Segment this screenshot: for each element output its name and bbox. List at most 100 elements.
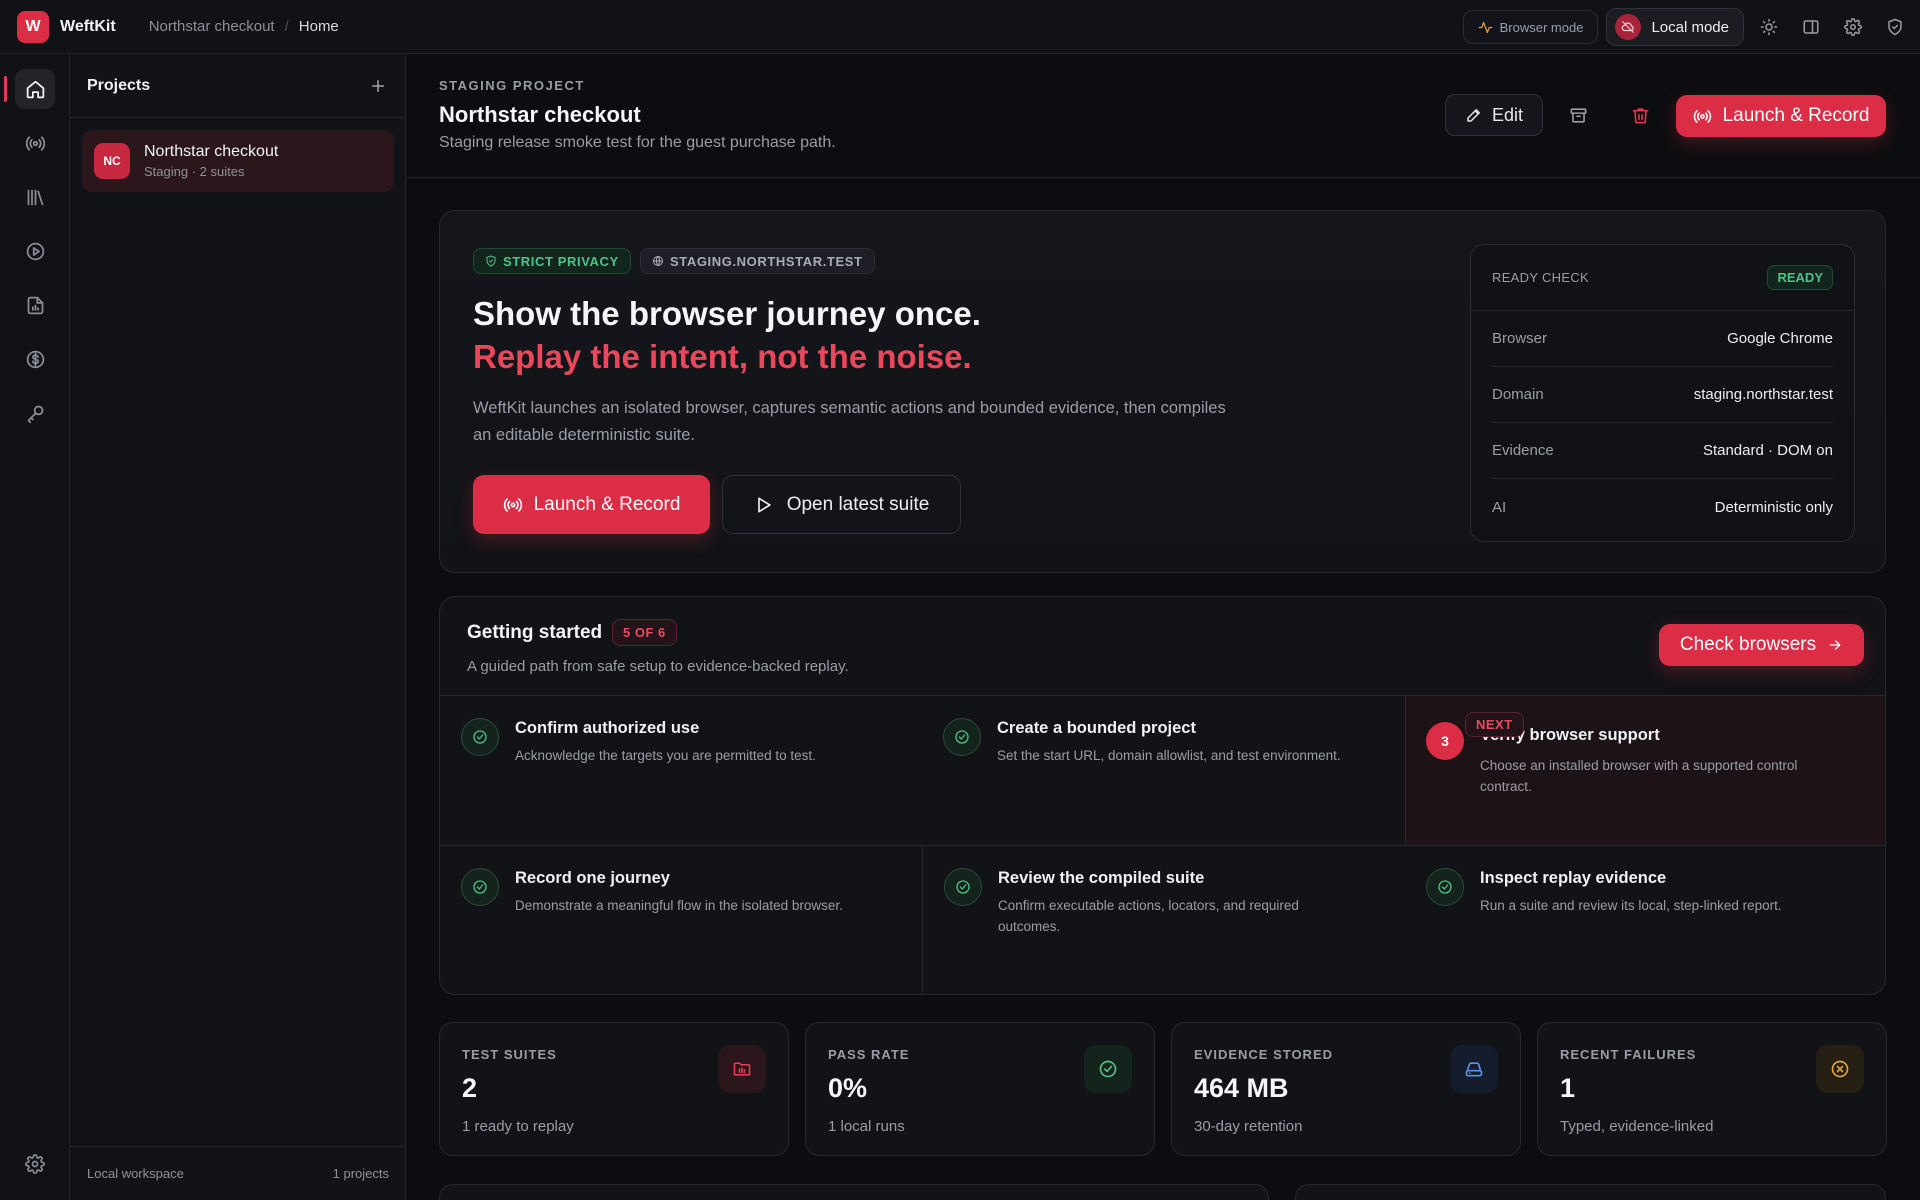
open-latest-suite-button[interactable]: Open latest suite xyxy=(722,475,961,534)
hero-card: STRICT PRIVACY STAGING.NORTHSTAR.TEST Sh… xyxy=(439,210,1886,573)
step-description: Acknowledge the targets you are permitte… xyxy=(515,748,816,763)
domain-chip-label: STAGING.NORTHSTAR.TEST xyxy=(670,253,863,269)
topbar-controls: Browser mode Local mode xyxy=(1462,0,1920,54)
project-avatar: NC xyxy=(94,143,130,179)
hero-launch-label: Launch & Record xyxy=(533,493,681,515)
add-project-button[interactable] xyxy=(369,77,387,95)
domain-chip: STAGING.NORTHSTAR.TEST xyxy=(640,248,875,274)
page-description: Staging release smoke test for the guest… xyxy=(439,134,836,151)
folder-chart-icon xyxy=(718,1045,766,1093)
activity-icon xyxy=(1478,21,1492,33)
hero-launch-record-button[interactable]: Launch & Record xyxy=(473,475,710,534)
step-inspect-replay-evidence[interactable]: Inspect replay evidence Run a suite and … xyxy=(1426,868,1866,968)
recent-suites-card xyxy=(439,1184,1269,1200)
ready-check-header: READY CHECK READY xyxy=(1471,245,1854,311)
step-description: Choose an installed browser with a suppo… xyxy=(1480,758,1798,794)
hero-headline: Show the browser journey once. xyxy=(473,295,981,332)
ready-value: Google Chrome xyxy=(1727,330,1833,347)
launch-record-button[interactable]: Launch & Record xyxy=(1676,95,1886,137)
ready-row-domain: Domain staging.northstar.test xyxy=(1492,367,1833,423)
check-circle-icon xyxy=(943,718,981,756)
plus-icon xyxy=(372,79,384,92)
step-verify-browser-support[interactable]: 3 Verify browser support Choose an insta… xyxy=(1426,722,1866,822)
stat-test-suites[interactable]: TEST SUITES 2 1 ready to replay xyxy=(439,1022,789,1156)
home-icon[interactable] xyxy=(15,69,55,109)
x-circle-icon xyxy=(1816,1045,1864,1093)
workspace-label: Local workspace xyxy=(87,1166,184,1181)
app-logo[interactable]: W xyxy=(17,10,49,43)
ready-key: Browser xyxy=(1492,330,1548,347)
step-number: 3 xyxy=(1426,722,1464,760)
play-circle-icon[interactable] xyxy=(15,231,55,271)
page-header: STAGING PROJECT Northstar checkout Stagi… xyxy=(407,54,1920,178)
edit-button[interactable]: Edit xyxy=(1445,94,1543,136)
stat-value: 464 MB xyxy=(1194,1073,1289,1103)
stat-pass-rate[interactable]: PASS RATE 0% 1 local runs xyxy=(805,1022,1155,1156)
stat-subtext: 1 ready to replay xyxy=(462,1118,574,1135)
ready-check-card: READY CHECK READY Browser Google Chrome … xyxy=(1470,244,1855,542)
stat-value: 2 xyxy=(462,1073,478,1103)
ready-row-evidence: Evidence Standard · DOM on xyxy=(1492,423,1833,479)
shield-icon[interactable] xyxy=(1874,0,1916,54)
project-item[interactable]: NC Northstar checkout Staging · 2 suites xyxy=(82,130,394,192)
page-eyebrow: STAGING PROJECT xyxy=(439,78,585,93)
step-description: Run a suite and review its local, step-l… xyxy=(1480,898,1782,913)
page-title: Northstar checkout xyxy=(439,102,641,127)
stat-evidence-stored[interactable]: EVIDENCE STORED 464 MB 30-day retention xyxy=(1171,1022,1521,1156)
key-icon[interactable] xyxy=(15,393,55,433)
shield-check-icon xyxy=(486,255,496,267)
arrow-right-icon xyxy=(1829,640,1841,650)
step-title: Inspect replay evidence xyxy=(1480,869,1667,887)
gear-icon[interactable] xyxy=(1832,0,1874,54)
check-circle-icon xyxy=(1084,1045,1132,1093)
check-circle-icon xyxy=(461,718,499,756)
ready-value: Standard · DOM on xyxy=(1702,442,1833,459)
check-circle-icon xyxy=(461,868,499,906)
ready-row-ai: AI Deterministic only xyxy=(1492,479,1833,535)
step-description: Demonstrate a meaningful flow in the iso… xyxy=(515,898,843,913)
getting-started-card: Getting started 5 OF 6 A guided path fro… xyxy=(439,596,1886,995)
step-record-one-journey[interactable]: Record one journey Demonstrate a meaning… xyxy=(461,868,901,968)
local-mode-button[interactable]: Local mode xyxy=(1606,8,1744,46)
progress-badge: 5 OF 6 xyxy=(612,619,677,646)
divider xyxy=(440,845,1885,846)
stat-subtext: 1 local runs xyxy=(828,1118,905,1135)
library-icon[interactable] xyxy=(15,177,55,217)
app-name: WeftKit xyxy=(60,17,116,35)
dollar-icon[interactable] xyxy=(15,339,55,379)
breadcrumb-project[interactable]: Northstar checkout xyxy=(149,18,275,35)
settings-icon[interactable] xyxy=(15,1144,55,1184)
launch-record-label: Launch & Record xyxy=(1722,105,1870,126)
nav-rail xyxy=(0,54,70,1200)
panel-icon[interactable] xyxy=(1790,0,1832,54)
stat-label: PASS RATE xyxy=(828,1047,910,1062)
getting-started-description: A guided path from safe setup to evidenc… xyxy=(467,658,849,675)
report-icon[interactable] xyxy=(15,285,55,325)
cloud-off-icon xyxy=(1615,14,1642,40)
breadcrumb-separator: / xyxy=(284,18,289,35)
step-title: Review the compiled suite xyxy=(998,869,1205,887)
step-review-compiled-suite[interactable]: Review the compiled suite Confirm execut… xyxy=(944,868,1384,968)
open-latest-suite-label: Open latest suite xyxy=(786,493,930,515)
ready-row-browser: Browser Google Chrome xyxy=(1492,311,1833,367)
broadcast-icon[interactable] xyxy=(15,123,55,163)
next-badge: NEXT xyxy=(1465,712,1524,737)
sun-icon[interactable] xyxy=(1748,0,1790,54)
browser-mode-button[interactable]: Browser mode xyxy=(1462,10,1599,44)
check-browsers-button[interactable]: Check browsers xyxy=(1659,624,1864,666)
local-mode-label: Local mode xyxy=(1651,18,1729,36)
project-count: 1 projects xyxy=(332,1166,389,1181)
delete-button[interactable] xyxy=(1619,94,1661,136)
stat-label: EVIDENCE STORED xyxy=(1194,1047,1334,1062)
check-browsers-label: Check browsers xyxy=(1679,634,1817,655)
stat-label: TEST SUITES xyxy=(462,1047,557,1062)
step-title: Confirm authorized use xyxy=(515,719,700,737)
archive-button[interactable] xyxy=(1557,94,1599,136)
broadcast-icon xyxy=(503,497,522,512)
step-confirm-authorized-use[interactable]: Confirm authorized use Acknowledge the t… xyxy=(461,718,901,818)
sidebar-footer: Local workspace 1 projects xyxy=(70,1146,406,1200)
sidebar-header: Projects xyxy=(70,54,405,118)
globe-icon xyxy=(653,256,663,266)
stat-recent-failures[interactable]: RECENT FAILURES 1 Typed, evidence-linked xyxy=(1537,1022,1887,1156)
step-create-bounded-project[interactable]: Create a bounded project Set the start U… xyxy=(943,718,1383,818)
